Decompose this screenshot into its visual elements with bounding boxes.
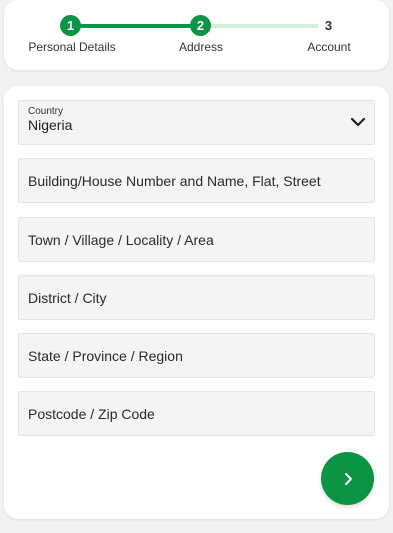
step-1-indicator: 1 (60, 15, 81, 36)
country-label: Country (28, 106, 64, 117)
town-field-wrapper (18, 217, 375, 262)
step-2-label: Address (178, 40, 224, 54)
district-field-wrapper (18, 275, 375, 320)
step-1-label: Personal Details (28, 40, 116, 54)
town-input[interactable] (19, 218, 374, 261)
step-3-label: Account (307, 40, 351, 54)
step-2-indicator: 2 (190, 15, 211, 36)
district-input[interactable] (19, 276, 374, 319)
address-form: Country Nigeria (4, 86, 389, 519)
progress-stepper: 1 2 3 Personal Details Address Account (4, 0, 389, 70)
step-3-indicator: 3 (318, 15, 339, 36)
postcode-input[interactable] (19, 392, 374, 435)
step-connector-pending (200, 24, 328, 28)
next-button[interactable] (321, 452, 374, 505)
country-value: Nigeria (28, 117, 73, 133)
postcode-field-wrapper (18, 391, 375, 436)
chevron-down-icon (350, 117, 366, 127)
country-select[interactable]: Country Nigeria (18, 100, 375, 145)
state-field-wrapper (18, 333, 375, 378)
state-input[interactable] (19, 334, 374, 377)
building-input[interactable] (19, 159, 374, 202)
step-connector-completed (70, 24, 200, 28)
building-field-wrapper (18, 158, 375, 203)
chevron-right-icon (344, 472, 352, 485)
